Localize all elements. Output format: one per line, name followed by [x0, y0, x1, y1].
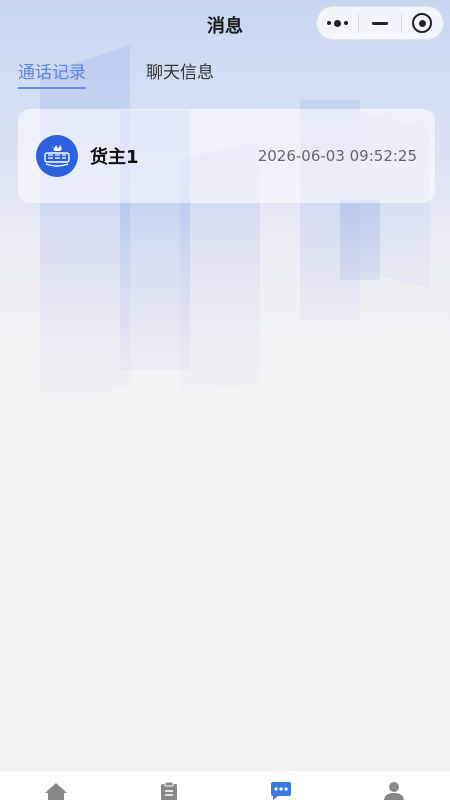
tabbar-profile[interactable] — [338, 771, 450, 800]
message-tabs: 通话记录 聊天信息 — [18, 58, 274, 89]
call-timestamp: 2026-06-03 09:52:25 — [257, 147, 417, 165]
tabbar-home[interactable] — [0, 771, 113, 800]
bottom-tab-bar — [0, 770, 450, 800]
target-icon — [412, 13, 433, 33]
navbar: 消息 — [0, 0, 450, 46]
more-icon — [327, 19, 349, 27]
close-button[interactable] — [402, 7, 443, 39]
contact-name: 货主1 — [90, 147, 139, 168]
chat-bubble-icon — [271, 782, 292, 800]
tabbar-orders[interactable] — [113, 771, 226, 800]
tab-chat-messages[interactable]: 聊天信息 — [146, 58, 214, 89]
user-icon — [383, 782, 404, 800]
minus-icon — [371, 21, 388, 25]
tabbar-messages[interactable] — [225, 771, 338, 800]
home-icon — [45, 783, 68, 800]
tab-call-records[interactable]: 通话记录 — [18, 58, 86, 89]
call-record-item[interactable]: 货主1 2026-06-03 09:52:25 — [18, 109, 435, 203]
clipboard-icon — [160, 781, 177, 800]
more-button[interactable] — [317, 7, 358, 39]
minimize-button[interactable] — [359, 7, 400, 39]
mini-program-capsule — [316, 6, 444, 40]
logo-avatar-icon — [36, 135, 78, 177]
